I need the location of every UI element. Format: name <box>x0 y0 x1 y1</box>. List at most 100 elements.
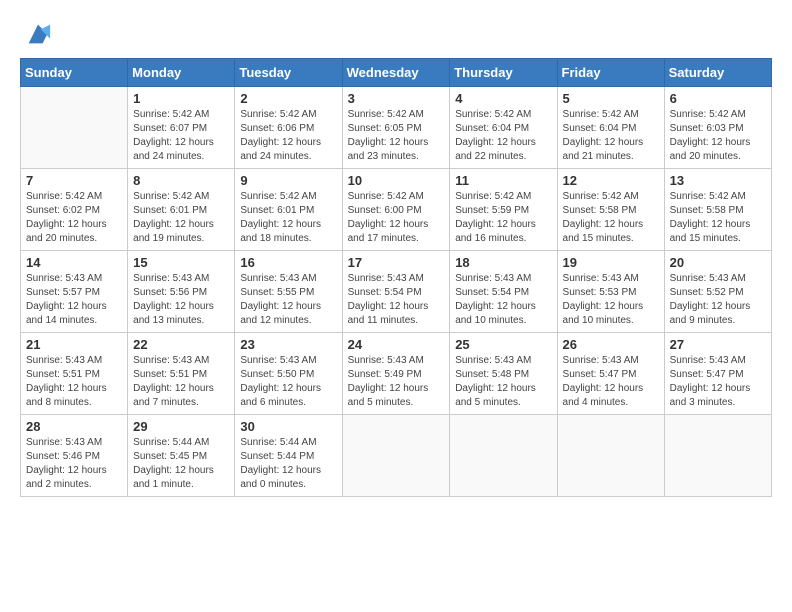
calendar-cell: 24 Sunrise: 5:43 AM Sunset: 5:49 PM Dayli… <box>342 333 450 415</box>
day-info: Sunrise: 5:43 AM Sunset: 5:55 PM Dayligh… <box>240 272 336 328</box>
day-info: Sunrise: 5:42 AM Sunset: 5:58 PM Dayligh… <box>563 190 659 246</box>
day-info: Sunrise: 5:42 AM Sunset: 6:07 PM Dayligh… <box>133 108 229 164</box>
calendar-cell: 16 Sunrise: 5:43 AM Sunset: 5:55 PM Dayli… <box>235 251 342 333</box>
calendar-cell: 4 Sunrise: 5:42 AM Sunset: 6:04 PM Daylig… <box>450 87 557 169</box>
day-number: 10 <box>348 173 445 188</box>
day-info: Sunrise: 5:43 AM Sunset: 5:51 PM Dayligh… <box>26 354 122 410</box>
calendar-cell: 26 Sunrise: 5:43 AM Sunset: 5:47 PM Dayli… <box>557 333 664 415</box>
calendar-cell: 2Sunrise: 5:42 AM Sunset: 6:06 PM Daylig… <box>235 87 342 169</box>
day-info: Sunrise: 5:43 AM Sunset: 5:56 PM Dayligh… <box>133 272 229 328</box>
day-number: 27 <box>670 337 766 352</box>
calendar-cell: 27 Sunrise: 5:43 AM Sunset: 5:47 PM Dayli… <box>664 333 771 415</box>
calendar-cell: 20 Sunrise: 5:43 AM Sunset: 5:52 PM Dayli… <box>664 251 771 333</box>
calendar-week: 21Sunrise: 5:43 AM Sunset: 5:51 PM Dayli… <box>21 333 772 415</box>
day-number: 7 <box>26 173 122 188</box>
day-number: 11 <box>455 173 551 188</box>
calendar-cell: 18 Sunrise: 5:43 AM Sunset: 5:54 PM Dayli… <box>450 251 557 333</box>
calendar-cell: 7 Sunrise: 5:42 AM Sunset: 6:02 PM Daylig… <box>21 169 128 251</box>
day-number: 15 <box>133 255 229 270</box>
day-info: Sunrise: 5:43 AM Sunset: 5:53 PM Dayligh… <box>563 272 659 328</box>
logo <box>20 20 52 48</box>
calendar-cell <box>557 415 664 497</box>
day-number: 12 <box>563 173 659 188</box>
day-number: 20 <box>670 255 766 270</box>
day-number: 30 <box>240 419 336 434</box>
calendar-week: 28 Sunrise: 5:43 AM Sunset: 5:46 PM Dayli… <box>21 415 772 497</box>
calendar-cell: 5Sunrise: 5:42 AM Sunset: 6:04 PM Daylig… <box>557 87 664 169</box>
day-info: Sunrise: 5:43 AM Sunset: 5:51 PM Dayligh… <box>133 354 229 410</box>
weekday-header: Sunday <box>21 59 128 87</box>
day-number: 26 <box>563 337 659 352</box>
weekday-header: Friday <box>557 59 664 87</box>
day-info: Sunrise: 5:42 AM Sunset: 5:59 PM Dayligh… <box>455 190 551 246</box>
calendar-cell <box>342 415 450 497</box>
day-number: 16 <box>240 255 336 270</box>
day-number: 17 <box>348 255 445 270</box>
day-number: 18 <box>455 255 551 270</box>
calendar-header: SundayMondayTuesdayWednesdayThursdayFrid… <box>21 59 772 87</box>
day-number: 23 <box>240 337 336 352</box>
calendar-cell: 25 Sunrise: 5:43 AM Sunset: 5:48 PM Dayli… <box>450 333 557 415</box>
day-info: Sunrise: 5:43 AM Sunset: 5:46 PM Dayligh… <box>26 436 122 492</box>
day-number: 4 <box>455 91 551 106</box>
day-number: 22 <box>133 337 229 352</box>
calendar-cell: 23 Sunrise: 5:43 AM Sunset: 5:50 PM Dayli… <box>235 333 342 415</box>
calendar-cell <box>450 415 557 497</box>
calendar-cell: 28 Sunrise: 5:43 AM Sunset: 5:46 PM Dayli… <box>21 415 128 497</box>
day-number: 8 <box>133 173 229 188</box>
day-number: 24 <box>348 337 445 352</box>
day-info: Sunrise: 5:44 AM Sunset: 5:44 PM Dayligh… <box>240 436 336 492</box>
day-info: Sunrise: 5:42 AM Sunset: 6:01 PM Dayligh… <box>133 190 229 246</box>
calendar-week: 1 Sunrise: 5:42 AM Sunset: 6:07 PM Daylig… <box>21 87 772 169</box>
calendar-body: 1 Sunrise: 5:42 AM Sunset: 6:07 PM Daylig… <box>21 87 772 497</box>
calendar-cell: 22 Sunrise: 5:43 AM Sunset: 5:51 PM Dayli… <box>128 333 235 415</box>
calendar-cell: 6 Sunrise: 5:42 AM Sunset: 6:03 PM Daylig… <box>664 87 771 169</box>
calendar-cell: 19Sunrise: 5:43 AM Sunset: 5:53 PM Dayli… <box>557 251 664 333</box>
day-info: Sunrise: 5:42 AM Sunset: 6:02 PM Dayligh… <box>26 190 122 246</box>
calendar-cell: 30 Sunrise: 5:44 AM Sunset: 5:44 PM Dayli… <box>235 415 342 497</box>
day-info: Sunrise: 5:42 AM Sunset: 6:04 PM Dayligh… <box>563 108 659 164</box>
calendar-cell: 12 Sunrise: 5:42 AM Sunset: 5:58 PM Dayli… <box>557 169 664 251</box>
calendar-cell: 9 Sunrise: 5:42 AM Sunset: 6:01 PM Daylig… <box>235 169 342 251</box>
day-number: 29 <box>133 419 229 434</box>
calendar-cell: 29 Sunrise: 5:44 AM Sunset: 5:45 PM Dayli… <box>128 415 235 497</box>
day-info: Sunrise: 5:44 AM Sunset: 5:45 PM Dayligh… <box>133 436 229 492</box>
day-number: 3 <box>348 91 445 106</box>
day-info: Sunrise: 5:43 AM Sunset: 5:54 PM Dayligh… <box>455 272 551 328</box>
day-info: Sunrise: 5:42 AM Sunset: 6:03 PM Dayligh… <box>670 108 766 164</box>
calendar-cell: 8 Sunrise: 5:42 AM Sunset: 6:01 PM Daylig… <box>128 169 235 251</box>
calendar-cell <box>664 415 771 497</box>
day-info: Sunrise: 5:43 AM Sunset: 5:49 PM Dayligh… <box>348 354 445 410</box>
day-number: 1 <box>133 91 229 106</box>
day-number: 6 <box>670 91 766 106</box>
day-info: Sunrise: 5:42 AM Sunset: 6:01 PM Dayligh… <box>240 190 336 246</box>
day-info: Sunrise: 5:42 AM Sunset: 6:04 PM Dayligh… <box>455 108 551 164</box>
day-info: Sunrise: 5:43 AM Sunset: 5:50 PM Dayligh… <box>240 354 336 410</box>
calendar-cell <box>21 87 128 169</box>
day-info: Sunrise: 5:43 AM Sunset: 5:52 PM Dayligh… <box>670 272 766 328</box>
day-number: 9 <box>240 173 336 188</box>
weekday-header: Thursday <box>450 59 557 87</box>
calendar-table: SundayMondayTuesdayWednesdayThursdayFrid… <box>20 58 772 497</box>
calendar-week: 7 Sunrise: 5:42 AM Sunset: 6:02 PM Daylig… <box>21 169 772 251</box>
calendar-cell: 11 Sunrise: 5:42 AM Sunset: 5:59 PM Dayli… <box>450 169 557 251</box>
weekday-header: Tuesday <box>235 59 342 87</box>
day-info: Sunrise: 5:43 AM Sunset: 5:54 PM Dayligh… <box>348 272 445 328</box>
day-info: Sunrise: 5:42 AM Sunset: 5:58 PM Dayligh… <box>670 190 766 246</box>
weekday-header: Wednesday <box>342 59 450 87</box>
calendar-cell: 10 Sunrise: 5:42 AM Sunset: 6:00 PM Dayli… <box>342 169 450 251</box>
weekday-header: Monday <box>128 59 235 87</box>
calendar-cell: 14Sunrise: 5:43 AM Sunset: 5:57 PM Dayli… <box>21 251 128 333</box>
day-number: 25 <box>455 337 551 352</box>
day-info: Sunrise: 5:43 AM Sunset: 5:47 PM Dayligh… <box>563 354 659 410</box>
logo-icon <box>24 20 52 48</box>
day-info: Sunrise: 5:43 AM Sunset: 5:47 PM Dayligh… <box>670 354 766 410</box>
day-info: Sunrise: 5:43 AM Sunset: 5:57 PM Dayligh… <box>26 272 122 328</box>
day-info: Sunrise: 5:42 AM Sunset: 6:05 PM Dayligh… <box>348 108 445 164</box>
calendar-cell: 21Sunrise: 5:43 AM Sunset: 5:51 PM Dayli… <box>21 333 128 415</box>
calendar-cell: 17 Sunrise: 5:43 AM Sunset: 5:54 PM Dayli… <box>342 251 450 333</box>
header <box>20 20 772 48</box>
day-number: 28 <box>26 419 122 434</box>
day-info: Sunrise: 5:43 AM Sunset: 5:48 PM Dayligh… <box>455 354 551 410</box>
day-info: Sunrise: 5:42 AM Sunset: 6:00 PM Dayligh… <box>348 190 445 246</box>
